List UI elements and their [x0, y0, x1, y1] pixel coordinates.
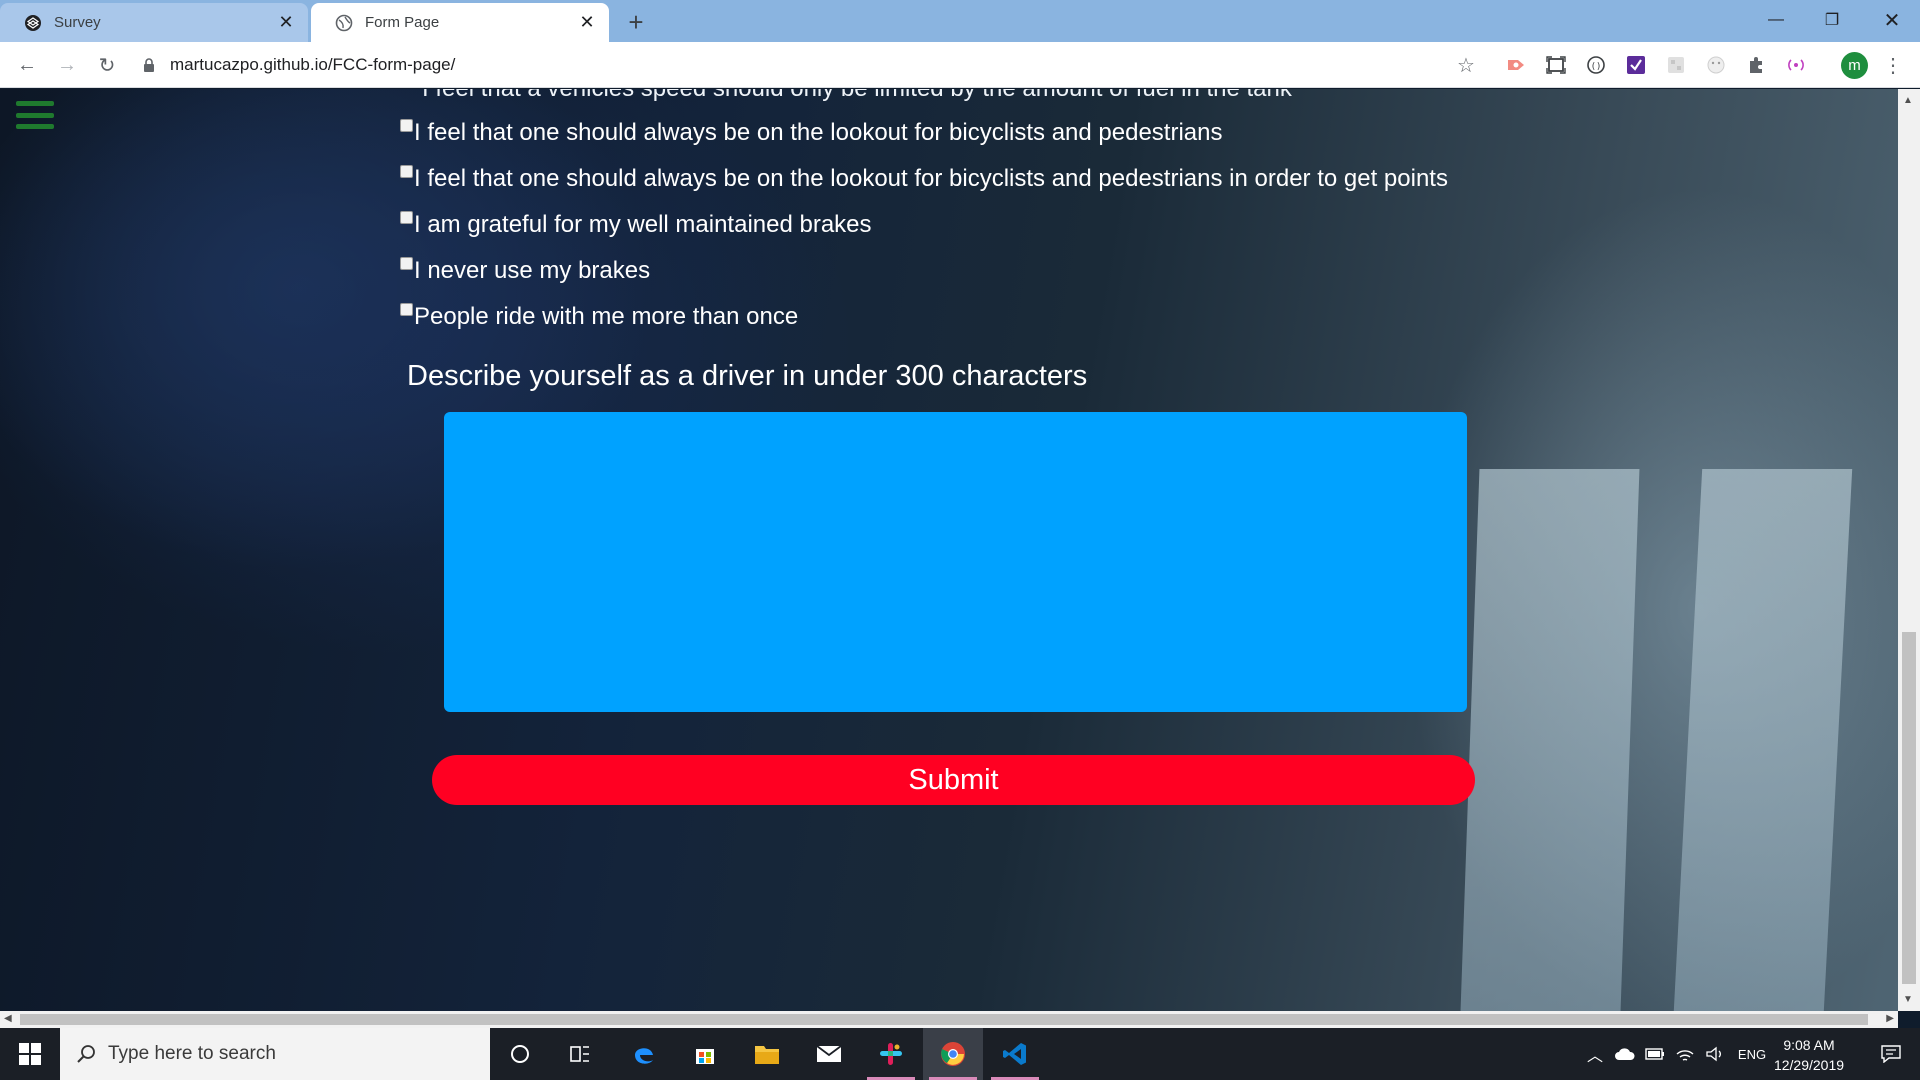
road-stripe	[1673, 469, 1853, 1011]
checkbox-row: I feel that one should always be on the …	[400, 165, 1448, 193]
globe-icon	[335, 14, 353, 32]
checkbox-label: I am grateful for my well maintained bra…	[414, 211, 872, 238]
clock-date: 12/29/2019	[1773, 1057, 1845, 1073]
clock-time: 9:08 AM	[1783, 1037, 1835, 1053]
address-bar[interactable]: martucazpo.github.io/FCC-form-page/	[140, 49, 1470, 81]
vertical-scrollbar[interactable]: ▲ ▼	[1898, 89, 1920, 1011]
store-icon[interactable]	[675, 1028, 735, 1080]
bookmark-star-icon[interactable]: ☆	[1455, 54, 1477, 77]
more-menu-icon[interactable]: ⋮	[1882, 54, 1904, 77]
minimize-icon[interactable]: —	[1748, 0, 1804, 40]
checkbox-label: People ride with me more than once	[414, 303, 799, 330]
tab-form-page[interactable]: Form Page ✕	[311, 3, 609, 42]
close-tab-icon[interactable]: ✕	[276, 12, 296, 33]
page-viewport: I feel that a vehicles speed should only…	[0, 89, 1898, 1011]
tab-title: Form Page	[365, 14, 440, 31]
taskbar-search-input[interactable]: Type here to search	[60, 1028, 490, 1080]
checkbox[interactable]	[400, 257, 413, 270]
tab-title: Survey	[54, 14, 101, 31]
restore-icon[interactable]: ❐	[1804, 0, 1860, 40]
submit-button[interactable]: Submit	[432, 755, 1475, 805]
notifications-icon[interactable]	[1862, 1028, 1920, 1080]
system-tray: ︿ ENG	[1580, 1028, 1774, 1080]
svg-text:(): ()	[1591, 62, 1602, 72]
vscode-icon[interactable]	[985, 1028, 1045, 1080]
checkbox-row: I feel that one should always be on the …	[400, 119, 1223, 147]
battery-icon[interactable]	[1640, 1048, 1670, 1060]
windows-taskbar: Type here to search ︿ ENG 9:08 AM 12/29/…	[0, 1028, 1920, 1080]
task-view-icon[interactable]	[550, 1028, 610, 1080]
chevron-up-icon[interactable]: ︿	[1580, 1042, 1610, 1066]
codepen-icon	[24, 14, 42, 32]
edge-icon[interactable]	[614, 1028, 674, 1080]
cortana-icon[interactable]	[490, 1028, 550, 1080]
browser-toolbar: ← → ↻ martucazpo.github.io/FCC-form-page…	[0, 42, 1920, 88]
checkbox[interactable]	[400, 303, 413, 316]
volume-icon[interactable]	[1700, 1046, 1730, 1062]
windows-start-icon[interactable]	[0, 1028, 60, 1080]
cast-extension-icon[interactable]	[1505, 54, 1527, 76]
face-extension-icon[interactable]	[1705, 54, 1727, 76]
back-arrow-icon[interactable]: ←	[12, 50, 42, 80]
driver-description-label: Describe yourself as a driver in under 3…	[407, 360, 1088, 392]
road-stripe	[1460, 469, 1640, 1011]
chrome-icon[interactable]	[923, 1028, 983, 1080]
tab-strip: Survey ✕ Form Page ✕ + — ❐ ✕	[0, 0, 1920, 42]
broadcast-extension-icon[interactable]	[1785, 54, 1807, 76]
grid-extension-icon[interactable]	[1665, 54, 1687, 76]
forward-arrow-icon[interactable]: →	[52, 50, 82, 80]
checkbox-label: I feel that one should always be on the …	[414, 165, 1448, 192]
scroll-thumb[interactable]	[20, 1014, 1868, 1025]
reload-icon[interactable]: ↻	[92, 50, 122, 80]
screenshot-extension-icon[interactable]	[1545, 54, 1567, 76]
check-extension-icon[interactable]	[1625, 54, 1647, 76]
tab-survey[interactable]: Survey ✕	[0, 3, 308, 42]
close-tab-icon[interactable]: ✕	[577, 12, 597, 33]
checkbox-row: I am grateful for my well maintained bra…	[400, 211, 872, 239]
dev-tools-extension-icon[interactable]: ()	[1585, 54, 1607, 76]
close-window-icon[interactable]: ✕	[1864, 0, 1920, 40]
mail-icon[interactable]	[799, 1028, 859, 1080]
profile-avatar[interactable]: m	[1841, 52, 1868, 79]
scroll-down-icon[interactable]: ▼	[1903, 994, 1913, 1005]
checkbox-label: I never use my brakes	[414, 257, 651, 284]
scroll-left-icon[interactable]: ◀	[4, 1013, 12, 1024]
scroll-up-icon[interactable]: ▲	[1903, 95, 1913, 106]
slack-icon[interactable]	[861, 1028, 921, 1080]
checkbox[interactable]	[400, 119, 413, 132]
checkbox-row: I never use my brakes	[400, 257, 650, 285]
driver-description-textarea[interactable]	[444, 412, 1467, 712]
scroll-right-icon[interactable]: ▶	[1886, 1013, 1894, 1024]
url-text: martucazpo.github.io/FCC-form-page/	[170, 55, 456, 74]
checkbox-label: I feel that one should always be on the …	[414, 119, 1223, 146]
partial-checkbox-label: I feel that a vehicles speed should only…	[422, 89, 1292, 103]
checkbox[interactable]	[400, 211, 413, 224]
lock-icon	[140, 56, 158, 74]
puzzle-extension-icon[interactable]	[1745, 54, 1767, 76]
new-tab-button[interactable]: +	[620, 6, 652, 38]
scroll-thumb[interactable]	[1902, 632, 1916, 984]
onedrive-icon[interactable]	[1610, 1048, 1640, 1060]
checkbox[interactable]	[400, 165, 413, 178]
taskbar-clock[interactable]: 9:08 AM 12/29/2019	[1764, 1035, 1854, 1075]
horizontal-scrollbar[interactable]: ◀ ▶	[0, 1011, 1898, 1028]
search-placeholder: Type here to search	[108, 1043, 276, 1064]
wifi-icon[interactable]	[1670, 1046, 1700, 1062]
hamburger-menu-icon[interactable]	[16, 101, 54, 129]
search-icon	[76, 1044, 96, 1064]
checkbox-row: People ride with me more than once	[400, 303, 798, 331]
file-explorer-icon[interactable]	[737, 1028, 797, 1080]
